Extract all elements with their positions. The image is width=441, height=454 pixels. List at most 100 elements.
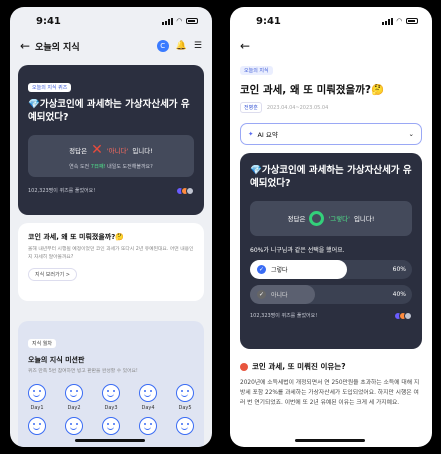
answer-value: '아니다'	[106, 146, 129, 155]
option-percent: 60%	[392, 265, 406, 273]
quiz-card: 오늘의 지식 퀴즈 💎가상코인에 과세하는 가상자산세가 유예되었다? 정답은 …	[18, 65, 204, 215]
quiz-result-card: 💎가상코인에 과세하는 가상자산세가 유예되었다? 정답은 '그렇다' 입니다!…	[240, 153, 422, 349]
smile-icon	[102, 416, 120, 435]
ai-summary-label: AI 요약	[257, 131, 278, 139]
top-app-bar: ← 오늘의 지식 C 🔔 ☰	[10, 35, 212, 57]
smile-icon	[176, 383, 194, 402]
avatar-stack	[176, 186, 194, 195]
avatar-stack	[394, 311, 412, 320]
signal-icon	[381, 17, 393, 25]
mission-tag: 지식 월차	[28, 339, 56, 348]
day-label: Day5	[178, 404, 192, 411]
wrong-x-icon: ✕	[91, 141, 103, 158]
streak-count: 7日째!	[90, 163, 106, 170]
streak-suffix: 내일도 도전해볼까요?	[107, 163, 153, 170]
answer-box: 정답은 '그렇다' 입니다!	[250, 200, 412, 236]
battery-icon	[186, 18, 198, 24]
answer-prefix: 정답은	[69, 146, 88, 155]
mission-subtitle: 퀴즈 만족 5번 참여하면 빙고 판판을 완성할 수 있어요!	[28, 369, 138, 374]
ai-summary-dropdown[interactable]: ✦ AI 요약 ⌄	[240, 123, 422, 145]
day-label: Day2	[67, 404, 81, 411]
quiz-title: 💎가상코인에 과세하는 가상자산세가 유예되었다?	[250, 165, 412, 190]
day-item[interactable]: Day2	[65, 383, 83, 411]
smile-icon	[139, 383, 157, 402]
mission-title: 오늘의 지식 미션판	[28, 356, 85, 364]
signal-icon	[161, 17, 173, 25]
quiz-title: 💎가상코인에 과세하는 가상자산세가 유예되었다?	[28, 99, 190, 124]
status-time: 9:41	[36, 15, 61, 27]
day-item[interactable]	[176, 416, 194, 438]
smile-icon	[65, 416, 83, 435]
view-knowledge-button[interactable]: 지식 보러가기 >	[28, 268, 77, 282]
article-title: 코인 과세, 왜 또 미뤄졌을까?🤔	[28, 233, 125, 241]
article-card[interactable]: 코인 과세, 왜 또 미뤄졌을까?🤔 올해 내년부터 시행될 예정이었던 코인 …	[18, 223, 204, 301]
poll-option-no[interactable]: ✓ 아니다 40%	[250, 284, 412, 304]
day-label: Day1	[30, 404, 44, 411]
poll-option-yes[interactable]: ✓ 그렇다 60%	[250, 259, 412, 279]
home-indicator	[295, 439, 365, 442]
smile-icon	[176, 416, 194, 435]
day-row-partial	[28, 416, 194, 438]
home-indicator	[75, 439, 145, 442]
status-icons: ◠	[381, 17, 418, 25]
day-item[interactable]	[139, 416, 157, 438]
status-bar: 9:41 ◠	[10, 7, 212, 35]
smile-icon	[28, 383, 46, 402]
option-label: 그렇다	[271, 266, 288, 274]
day-item[interactable]: Day3	[102, 383, 120, 411]
day-item[interactable]	[65, 416, 83, 438]
article-title: 코인 과세, 왜 또 미뤄졌을까?🤔	[240, 84, 385, 96]
wifi-icon: ◠	[176, 17, 182, 25]
smile-icon	[102, 383, 120, 402]
sparkle-icon: ✦	[248, 130, 254, 138]
quiz-footer: 102,323명이 퀴즈를 풀었어요!	[250, 311, 412, 320]
top-app-bar: ←	[230, 35, 432, 57]
page-title: 오늘의 지식	[35, 42, 80, 53]
mission-card: 지식 월차 오늘의 지식 미션판 퀴즈 만족 5번 참여하면 빙고 판판을 완성…	[18, 321, 204, 447]
day-item[interactable]: Day1	[28, 383, 46, 411]
streak-prefix: 연속 도전	[69, 163, 90, 170]
answer-suffix: 입니다!	[353, 215, 375, 224]
chevron-down-icon: ⌄	[408, 130, 414, 138]
wifi-icon: ◠	[396, 17, 402, 25]
section-heading: 코인 과세, 또 미뤄진 이유는?	[240, 361, 422, 372]
author-tag: 전병훈	[240, 102, 262, 113]
smile-icon	[65, 383, 83, 402]
streak-line: 연속 도전 7日째! 내일도 도전해볼까요?	[32, 163, 190, 170]
answer-row: 정답은 '그렇다' 입니다!	[254, 210, 408, 226]
quiz-footer: 102,323명이 퀴즈를 풀었어요!	[28, 186, 194, 195]
answer-value: '그렇다'	[328, 215, 350, 224]
option-label: 아니다	[271, 291, 288, 299]
left-phone-screen: 9:41 ◠ ← 오늘의 지식 C 🔔 ☰ 오늘의 지식 퀴즈 💎가상코인에 과…	[10, 7, 212, 447]
correct-circle-icon	[309, 210, 325, 226]
check-icon: ✓	[257, 264, 266, 274]
answer-box: 정답은 ✕ '아니다' 입니다! 연속 도전 7日째! 내일도 도전해볼까요?	[28, 134, 194, 177]
day-item[interactable]	[102, 416, 120, 438]
right-phone-screen: 9:41 ◠ ← 오늘의 지식 코인 과세, 왜 또 미뤄졌을까?🤔 전병훈 2…	[230, 7, 432, 447]
battery-icon	[406, 18, 418, 24]
check-icon: ✓	[257, 289, 266, 299]
answer-row: 정답은 ✕ '아니다' 입니다!	[32, 143, 190, 157]
status-bar: 9:41 ◠	[230, 7, 432, 35]
article-tag: 오늘의 지식	[240, 66, 273, 75]
day-item[interactable]: Day5	[176, 383, 194, 411]
red-dot-icon	[240, 362, 248, 371]
article-summary: 올해 내년부터 시행될 예정이었던 코인 과세가 또다시 2년 유예된대요. 어…	[28, 247, 194, 260]
day-item[interactable]	[28, 416, 46, 438]
day-item[interactable]: Day4	[139, 383, 157, 411]
menu-icon[interactable]: ☰	[194, 41, 202, 51]
answer-prefix: 정답은	[287, 215, 306, 224]
day-label: Day4	[141, 404, 155, 411]
back-arrow-icon[interactable]: ←	[240, 39, 250, 53]
smile-icon	[28, 416, 46, 435]
article-section: 코인 과세, 또 미뤄진 이유는? 2020년에 소득세법이 개정되면서 연 2…	[230, 361, 432, 408]
poll-title: 60%가 니구님과 같은 선택을 했어요.	[250, 246, 345, 254]
quiz-tag: 오늘의 지식 퀴즈	[28, 83, 72, 92]
smile-icon	[139, 416, 157, 435]
back-arrow-icon[interactable]: ←	[20, 39, 30, 53]
article-header: 오늘의 지식 코인 과세, 왜 또 미뤄졌을까?🤔 전병훈 2023.04.04…	[230, 57, 432, 145]
bell-icon[interactable]: 🔔	[176, 41, 187, 51]
article-meta: 전병훈 2023.04.04~2023.05.04	[240, 102, 422, 113]
section-title: 코인 과세, 또 미뤄진 이유는?	[252, 362, 346, 371]
coin-icon[interactable]: C	[156, 40, 169, 52]
